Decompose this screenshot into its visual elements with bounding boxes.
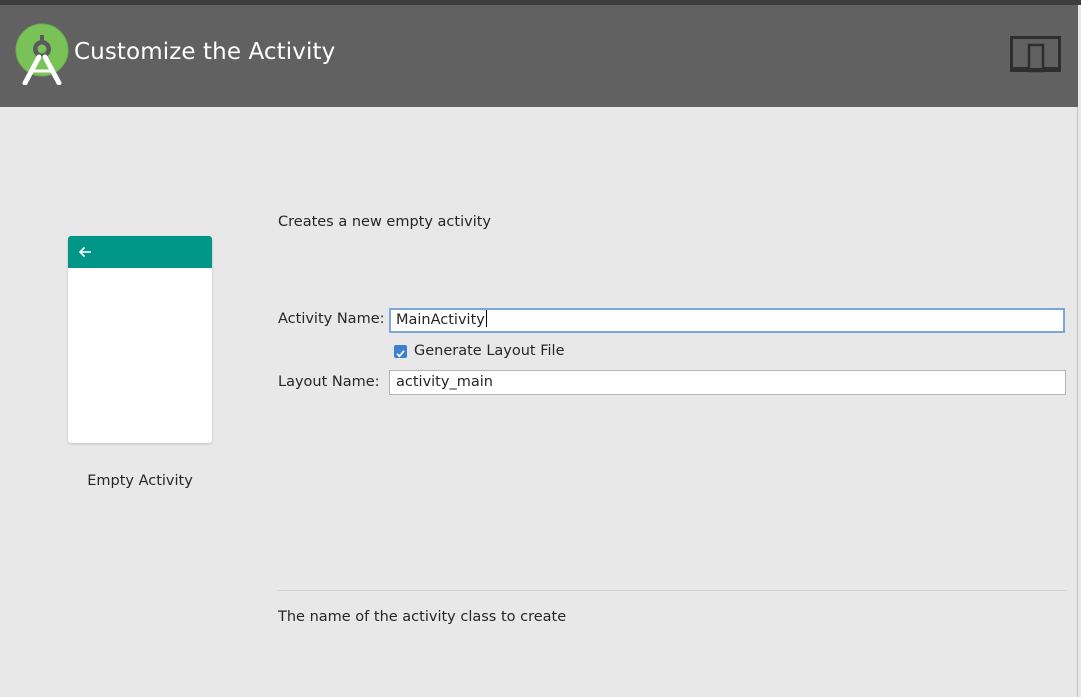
layout-name-value: activity_main: [396, 374, 493, 390]
android-studio-logo-icon: [15, 23, 69, 85]
activity-name-value: MainActivity: [396, 312, 485, 328]
layout-name-input[interactable]: activity_main: [389, 370, 1066, 395]
window-border: [1077, 107, 1078, 697]
wizard-title: Customize the Activity: [74, 39, 336, 65]
template-name: Empty Activity: [87, 473, 193, 489]
template-description: Creates a new empty activity: [278, 214, 491, 230]
field-help-text: The name of the activity class to create: [278, 609, 567, 625]
preview-toolbar: [68, 236, 212, 268]
layout-name-label: Layout Name:: [278, 374, 380, 390]
generate-layout-checkbox[interactable]: [394, 345, 407, 358]
arrow-left-icon: [78, 246, 91, 258]
activity-name-input[interactable]: MainActivity: [389, 308, 1065, 333]
checkmark-icon: [396, 350, 405, 358]
activity-name-label: Activity Name:: [278, 311, 385, 327]
wizard-header: Customize the Activity: [0, 5, 1078, 107]
device-form-factor-icon: [1010, 36, 1061, 73]
activity-preview-thumbnail: [68, 236, 212, 443]
generate-layout-label[interactable]: Generate Layout File: [414, 343, 565, 359]
help-divider: [278, 590, 1066, 591]
text-caret: [485, 310, 487, 327]
